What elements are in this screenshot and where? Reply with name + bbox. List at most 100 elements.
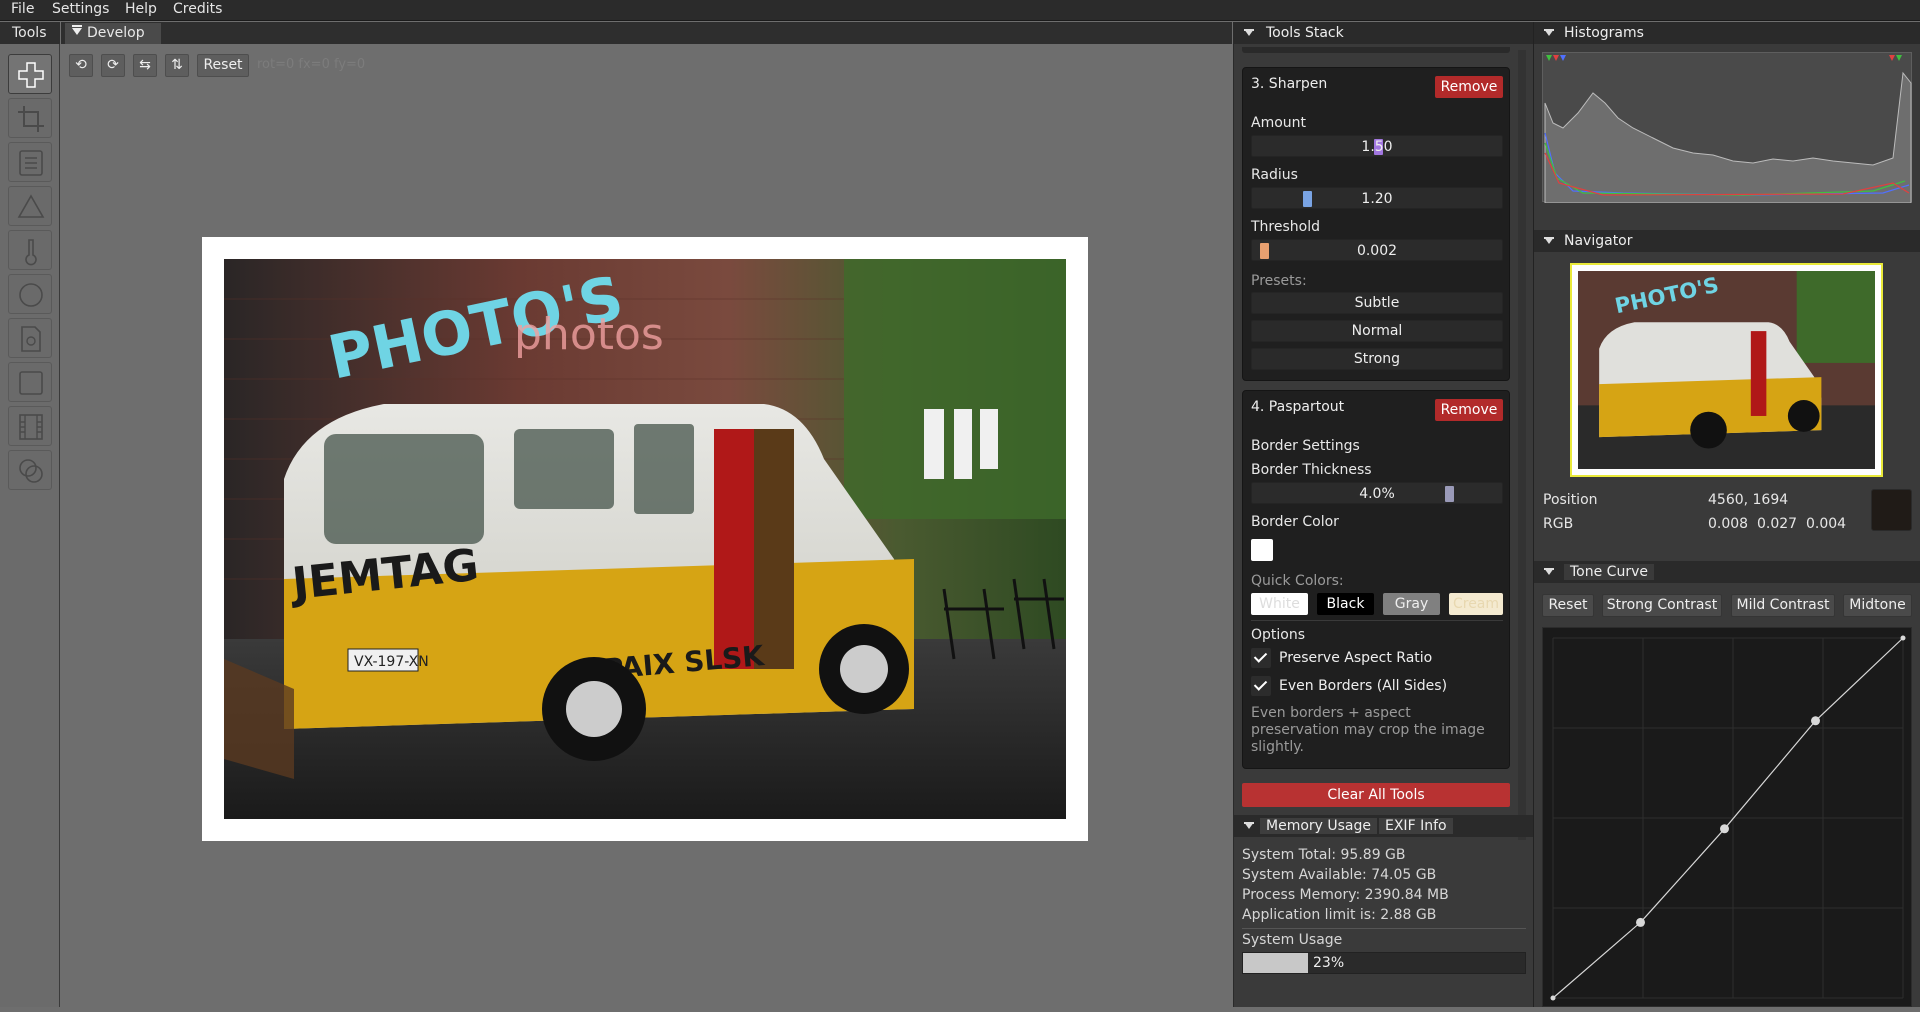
preserve-aspect-label: Preserve Aspect Ratio: [1279, 650, 1433, 666]
tone-curve-header: Tone Curve: [1534, 561, 1920, 583]
tools-stack-header: Tools Stack: [1234, 22, 1534, 44]
menu-file[interactable]: File: [11, 1, 34, 17]
amount-slider[interactable]: 1.50: [1251, 135, 1503, 157]
rotate-left-button[interactable]: ⟲: [69, 54, 93, 77]
frame-tool-button[interactable]: [8, 362, 52, 402]
mild-contrast-button[interactable]: Mild Contrast: [1731, 594, 1835, 617]
system-usage-percent: 23%: [1313, 955, 1345, 971]
quick-color-white-button[interactable]: White: [1251, 593, 1308, 615]
blend-tool-button[interactable]: [8, 450, 52, 490]
curve-control-point[interactable]: [1636, 917, 1645, 927]
tone-curve-editor[interactable]: [1542, 627, 1912, 1007]
preset-subtle-button[interactable]: Subtle: [1251, 292, 1503, 314]
curve-control-point[interactable]: [1720, 824, 1729, 834]
curve-control-point[interactable]: [1811, 716, 1820, 726]
curve-reset-button[interactable]: Reset: [1542, 594, 1594, 617]
even-borders-checkbox[interactable]: [1251, 676, 1271, 696]
navigator-title: Navigator: [1564, 233, 1633, 249]
sharpen-tool-card: 3. Sharpen Remove Amount 1.50 Radius 1.2…: [1242, 67, 1510, 381]
reset-transform-button[interactable]: Reset: [197, 54, 249, 77]
main-photo[interactable]: PHOTO'S photos JEMTAG PAIX SLSK VX-197-X…: [224, 259, 1066, 819]
menu-settings[interactable]: Settings: [52, 1, 109, 17]
svg-text:VX-197-XN: VX-197-XN: [354, 654, 429, 670]
threshold-slider[interactable]: 0.002: [1251, 239, 1503, 261]
options-label: Options: [1251, 627, 1306, 643]
preset-normal-button[interactable]: Normal: [1251, 320, 1503, 342]
film-tool-button[interactable]: [8, 406, 52, 446]
rotate-right-button[interactable]: ⟳: [101, 54, 125, 77]
preserve-aspect-checkbox[interactable]: [1251, 648, 1271, 668]
square-icon: [19, 371, 43, 395]
temperature-tool-button[interactable]: [8, 230, 52, 270]
memory-header: Memory Usage EXIF Info: [1234, 815, 1534, 837]
tools-stack-title: Tools Stack: [1266, 25, 1344, 41]
adjustments-tool-button[interactable]: [8, 142, 52, 182]
midtone-button[interactable]: Midtone: [1843, 594, 1912, 617]
menu-help[interactable]: Help: [125, 1, 157, 17]
navigator-viewport[interactable]: PHOTO'S: [1570, 263, 1883, 477]
border-thickness-value: 4.0%: [1359, 486, 1395, 502]
crop-icon: [18, 106, 44, 132]
transform-readout: rot=0 fx=0 fy=0: [257, 57, 366, 72]
svg-text:photos: photos: [514, 309, 664, 360]
tools-panel: Tools: [0, 22, 60, 1007]
border-settings-label: Border Settings: [1251, 438, 1360, 454]
collapse-icon[interactable]: [1544, 29, 1554, 36]
paspartout-title: 4. Paspartout: [1251, 399, 1345, 415]
collapse-icon[interactable]: [1544, 568, 1554, 575]
tab-memory-usage[interactable]: Memory Usage: [1260, 818, 1378, 834]
circle-tool-button[interactable]: [8, 274, 52, 314]
border-thickness-slider[interactable]: 4.0%: [1251, 482, 1503, 504]
triangle-icon: [17, 194, 45, 218]
quick-color-cream-button[interactable]: Cream: [1449, 593, 1503, 615]
curve-control-point[interactable]: [1550, 995, 1556, 1001]
remove-paspartout-button[interactable]: Remove: [1435, 399, 1503, 421]
navigator-thumbnail-image: PHOTO'S: [1578, 271, 1875, 469]
system-usage-bar: 23%: [1242, 952, 1526, 974]
histograms-header: Histograms: [1534, 22, 1920, 44]
histograms-title: Histograms: [1564, 25, 1644, 41]
flip-vertical-button[interactable]: ⇅: [165, 54, 189, 77]
system-available-text: System Available: 74.05 GB: [1242, 867, 1437, 883]
strong-contrast-button[interactable]: Strong Contrast: [1602, 594, 1722, 617]
collapse-icon[interactable]: [72, 25, 82, 35]
paspartout-tool-card: 4. Paspartout Remove Border Settings Bor…: [1242, 390, 1510, 769]
right-panel: Histograms Navigator PHOTO'S Position 45…: [1533, 22, 1920, 1007]
remove-sharpen-button[interactable]: Remove: [1435, 76, 1503, 98]
quick-color-gray-button[interactable]: Gray: [1383, 593, 1440, 615]
preset-strong-button[interactable]: Strong: [1251, 348, 1503, 370]
amount-value: 1.50: [1361, 139, 1393, 155]
develop-header: Develop: [61, 22, 1232, 44]
radius-slider[interactable]: 1.20: [1251, 187, 1503, 209]
app-limit-text: Application limit is: 2.88 GB: [1242, 907, 1437, 923]
crop-tool-button[interactable]: [8, 98, 52, 138]
border-thickness-label: Border Thickness: [1251, 462, 1372, 478]
position-label: Position: [1543, 492, 1598, 508]
tone-curve-graph[interactable]: [1543, 628, 1913, 1008]
document-tool-button[interactable]: [8, 318, 52, 358]
clear-all-tools-button[interactable]: Clear All Tools: [1242, 783, 1510, 807]
curve-control-point[interactable]: [1900, 635, 1906, 641]
circle-icon: [19, 283, 43, 307]
separator: [1242, 928, 1526, 929]
border-color-label: Border Color: [1251, 514, 1339, 530]
tab-exif-info[interactable]: EXIF Info: [1379, 818, 1453, 834]
border-color-swatch[interactable]: [1251, 539, 1273, 561]
quick-color-black-button[interactable]: Black: [1317, 593, 1374, 615]
collapse-icon[interactable]: [1244, 29, 1254, 36]
paspartout-note: Even borders + aspect preservation may c…: [1251, 705, 1485, 755]
move-tool-button[interactable]: [8, 54, 52, 94]
collapse-icon[interactable]: [1544, 237, 1554, 244]
even-borders-label: Even Borders (All Sides): [1279, 678, 1448, 694]
collapse-icon[interactable]: [1244, 822, 1254, 829]
move-icon: [18, 62, 44, 88]
system-usage-label: System Usage: [1242, 932, 1343, 948]
tab-develop[interactable]: Develop: [65, 23, 161, 44]
menu-credits[interactable]: Credits: [173, 1, 222, 17]
stack-scrollbar[interactable]: [1518, 50, 1526, 840]
flip-horizontal-button[interactable]: ⇆: [133, 54, 157, 77]
separator: [1251, 620, 1503, 621]
system-usage-fill: [1243, 953, 1308, 973]
triangle-tool-button[interactable]: [8, 186, 52, 226]
threshold-label: Threshold: [1251, 219, 1320, 235]
